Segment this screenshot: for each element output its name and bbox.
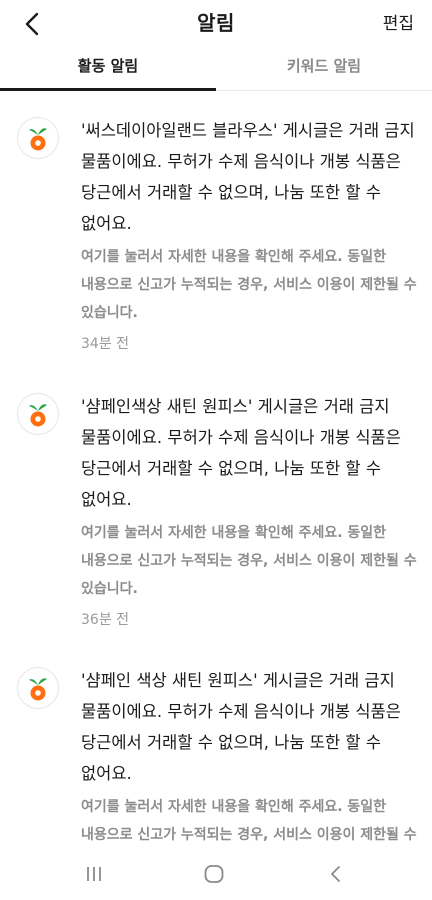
notification-time: 36분 전: [81, 612, 130, 628]
carrot-logo-icon: [17, 117, 59, 159]
notification-item[interactable]: '샴페인색상 새틴 원피스' 게시글은 거래 금지 물품이에요. 무허가 수제 …: [0, 367, 432, 637]
notification-message: '샴페인색상 새틴 원피스' 게시글은 거래 금지 물품이에요. 무허가 수제 …: [81, 397, 401, 509]
recent-apps-icon: [87, 867, 101, 881]
notification-content: '샴페인색상 새틴 원피스' 게시글은 거래 금지 물품이에요. 무허가 수제 …: [81, 391, 418, 629]
notification-message: '샴페인 색상 새틴 원피스' 게시글은 거래 금지 물품이에요. 무허가 수제…: [81, 671, 401, 783]
notification-content: '써스데이아일랜드 블라우스' 게시글은 거래 금지 물품이에요. 무허가 수제…: [81, 115, 418, 353]
app-header: 알림 편집: [0, 0, 432, 44]
carrot-logo-icon: [17, 393, 59, 435]
home-icon: [204, 865, 224, 883]
system-back-button[interactable]: [316, 854, 356, 894]
notification-message: '써스데이아일랜드 블라우스' 게시글은 거래 금지 물품이에요. 무허가 수제…: [81, 121, 415, 233]
back-icon: [331, 866, 340, 882]
page-title: 알림: [197, 11, 235, 35]
system-navigation-bar: [0, 848, 432, 900]
recent-apps-button[interactable]: [74, 854, 114, 894]
notification-item[interactable]: '샴페인 색상 새틴 원피스' 게시글은 거래 금지 물품이에요. 무허가 수제…: [0, 641, 432, 849]
notification-detail: 여기를 눌러서 자세한 내용을 확인해 주세요. 동일한 내용으로 신고가 누적…: [81, 799, 417, 843]
edit-button[interactable]: 편집: [383, 9, 414, 34]
notification-item[interactable]: '써스데이아일랜드 블라우스' 게시글은 거래 금지 물품이에요. 무허가 수제…: [0, 91, 432, 361]
notification-content: '샴페인 색상 새틴 원피스' 게시글은 거래 금지 물품이에요. 무허가 수제…: [81, 665, 418, 849]
notification-time: 34분 전: [81, 336, 130, 352]
home-button[interactable]: [194, 854, 234, 894]
notification-detail: 여기를 눌러서 자세한 내용을 확인해 주세요. 동일한 내용으로 신고가 누적…: [81, 525, 417, 597]
carrot-logo-icon: [17, 667, 59, 709]
tab-keyword[interactable]: 키워드 알림: [216, 44, 432, 90]
notification-list: '써스데이아일랜드 블라우스' 게시글은 거래 금지 물품이에요. 무허가 수제…: [0, 91, 432, 849]
notification-tabs: 활동 알림 키워드 알림: [0, 44, 432, 91]
notification-detail: 여기를 눌러서 자세한 내용을 확인해 주세요. 동일한 내용으로 신고가 누적…: [81, 249, 417, 321]
tab-activity[interactable]: 활동 알림: [0, 44, 216, 91]
